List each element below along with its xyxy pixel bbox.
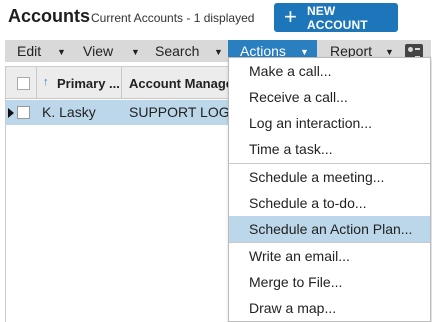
menu-search[interactable]: Search ▼ — [148, 40, 228, 62]
menu-edit-label: Edit — [17, 43, 42, 59]
chevron-down-icon: ▼ — [214, 47, 223, 57]
page-header: Accounts Current Accounts - 1 displayed … — [0, 0, 432, 38]
menu-item-log-interaction[interactable]: Log an interaction... — [229, 110, 430, 136]
chevron-down-icon: ▼ — [131, 47, 140, 57]
menu-view-label: View — [83, 43, 114, 59]
plus-icon: + — [284, 3, 297, 29]
menu-item-draw-map[interactable]: Draw a map... — [229, 295, 430, 321]
sort-ascending-icon: ↑ — [43, 76, 49, 88]
menu-item-make-call[interactable]: Make a call... — [229, 58, 430, 84]
new-account-button[interactable]: + NEW ACCOUNT — [274, 3, 398, 32]
page-subtitle: Current Accounts - 1 displayed — [91, 11, 255, 25]
menu-item-time-task[interactable]: Time a task... — [229, 136, 430, 162]
cell-primary: K. Lasky — [42, 104, 96, 120]
menu-search-label: Search — [155, 43, 200, 59]
column-header-account-manager[interactable]: Account Manage — [129, 76, 233, 91]
page-title: Accounts — [8, 6, 91, 26]
chevron-down-icon: ▼ — [300, 47, 309, 57]
menu-item-schedule-meeting[interactable]: Schedule a meeting... — [229, 164, 430, 190]
current-row-indicator-icon — [8, 108, 14, 118]
column-divider — [36, 67, 37, 99]
chevron-down-icon: ▼ — [57, 47, 66, 57]
menu-edit[interactable]: Edit ▼ — [5, 40, 76, 62]
menu-item-schedule-todo[interactable]: Schedule a to-do... — [229, 190, 430, 216]
menu-item-merge-to-file[interactable]: Merge to File... — [229, 269, 430, 295]
column-divider[interactable] — [121, 67, 122, 99]
new-account-label: NEW ACCOUNT — [306, 3, 368, 32]
select-all-checkbox[interactable] — [17, 77, 30, 90]
row-checkbox[interactable] — [17, 106, 30, 119]
actions-dropdown-menu: Make a call... Receive a call... Log an … — [228, 57, 431, 322]
menu-item-write-email[interactable]: Write an email... — [229, 243, 430, 269]
menu-item-schedule-action-plan[interactable]: Schedule an Action Plan... — [229, 216, 430, 242]
column-header-primary[interactable]: Primary ... — [57, 76, 120, 91]
contact-card-icon[interactable] — [405, 44, 423, 58]
cell-account-manager: SUPPORT LOGIN — [129, 104, 244, 120]
menu-view[interactable]: View ▼ — [76, 40, 148, 62]
menu-item-receive-call[interactable]: Receive a call... — [229, 84, 430, 110]
chevron-down-icon: ▼ — [385, 47, 394, 57]
